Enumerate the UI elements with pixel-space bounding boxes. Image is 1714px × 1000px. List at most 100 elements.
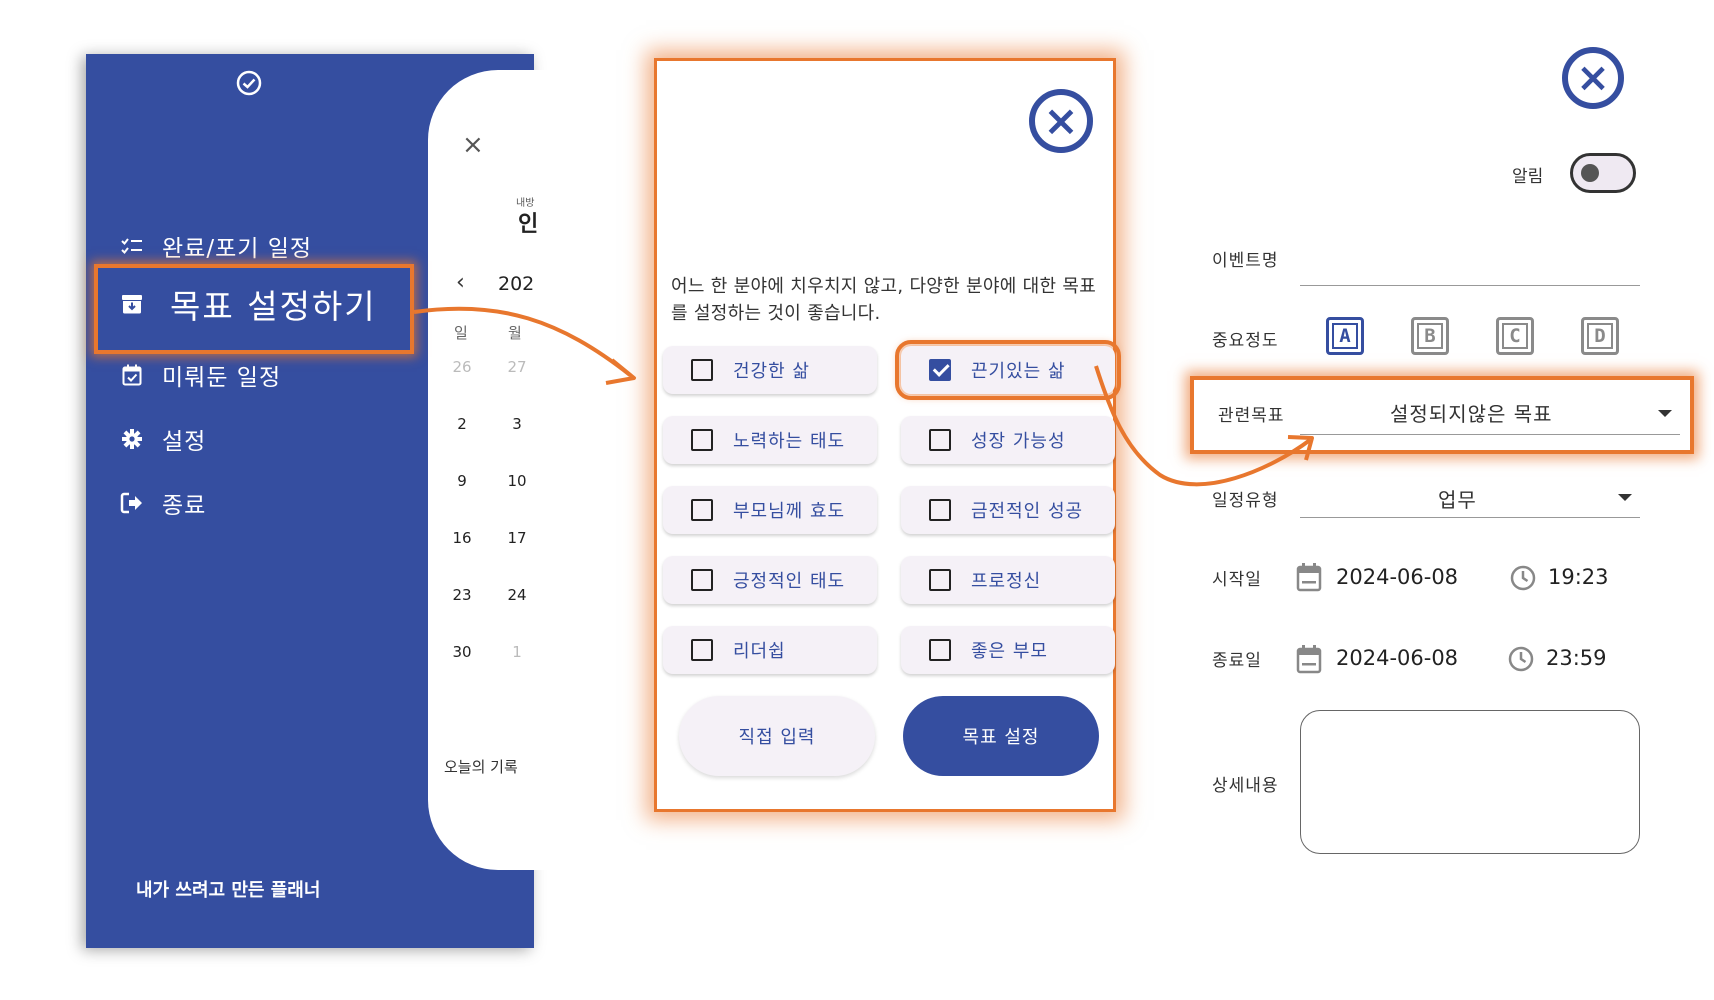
caret-down-icon[interactable] [1618, 494, 1632, 501]
calendar-icon[interactable] [1296, 644, 1322, 674]
calendar-day[interactable]: 9 [444, 472, 480, 490]
clock-icon[interactable] [1508, 646, 1534, 672]
day-of-week-mon: 월 [508, 324, 522, 342]
goal-option[interactable]: 리더쉽 [663, 626, 877, 674]
end-time-value[interactable]: 23:59 [1546, 646, 1607, 670]
goal-option-selected[interactable]: 끈기있는 삶 [895, 340, 1121, 400]
goal-option[interactable]: 프로정신 [901, 556, 1115, 604]
checkbox[interactable] [691, 429, 713, 451]
checkbox[interactable] [691, 499, 713, 521]
goal-option[interactable]: 긍정적인 태도 [663, 556, 877, 604]
event-name-input[interactable] [1300, 238, 1640, 268]
importance-option-d[interactable]: D [1581, 317, 1619, 355]
related-goal-label: 관련목표 [1218, 406, 1285, 426]
close-icon[interactable]: × [462, 130, 484, 160]
goal-dialog-description: 어느 한 분야에 치우치지 않고, 다양한 분야에 대한 목표를 설정하는 것이… [671, 276, 1097, 324]
checkbox[interactable] [929, 499, 951, 521]
menu-item-label: 종료 [162, 493, 207, 519]
day-of-week-sun: 일 [454, 324, 468, 342]
calendar-day[interactable]: 16 [444, 529, 480, 547]
toggle-knob [1581, 164, 1599, 182]
close-icon[interactable]: × [1562, 47, 1624, 109]
goal-option[interactable]: 노력하는 태도 [663, 416, 877, 464]
importance-label: 중요정도 [1212, 331, 1279, 351]
check-circle-icon [236, 70, 262, 96]
checklist-icon [120, 234, 144, 258]
checkbox[interactable] [691, 639, 713, 661]
checkbox[interactable] [691, 359, 713, 381]
menu-item-postponed[interactable]: 미뤄둔 일정 [120, 358, 281, 392]
sign-out-icon [120, 491, 144, 515]
alarm-toggle[interactable] [1570, 153, 1636, 193]
goal-option-label: 리더쉽 [733, 641, 786, 662]
calendar-day[interactable]: 23 [444, 586, 480, 604]
calendar-day[interactable]: 2 [444, 415, 480, 433]
schedule-type-dropdown[interactable]: 업무 [1438, 484, 1477, 513]
start-time-value[interactable]: 19:23 [1548, 565, 1609, 589]
goal-option-label: 끈기있는 삶 [971, 361, 1066, 382]
background-calendar-card: × 내방 인 ‹ 202 일 월 26 27 2 3 9 10 16 17 23… [428, 70, 588, 870]
clock-icon[interactable] [1510, 565, 1536, 591]
goal-option[interactable]: 부모님께 효도 [663, 486, 877, 534]
checkbox[interactable] [691, 569, 713, 591]
importance-option-b[interactable]: B [1411, 317, 1449, 355]
gear-icon [120, 427, 144, 451]
start-date-label: 시작일 [1212, 570, 1262, 590]
goal-menu-highlight-box [94, 264, 414, 354]
goal-options-grid: 건강한 삶 끈기있는 삶 노력하는 태도 성장 가능성 부모님께 효도 금전적인… [663, 340, 1121, 674]
goal-option[interactable]: 건강한 삶 [663, 346, 877, 394]
related-goal-dropdown[interactable]: 설정되지않은 목표 [1390, 398, 1553, 427]
detail-label: 상세내용 [1212, 776, 1279, 796]
screenshot-root: 완료/포기 일정 목표 설정하기 미뤄둔 일정 설정 종료 내가 쓰려고 만든 … [0, 0, 1714, 1000]
goal-option[interactable]: 금전적인 성공 [901, 486, 1115, 534]
calendar-year: 202 [498, 273, 535, 295]
goal-option-label: 건강한 삶 [733, 361, 810, 382]
calendar-day[interactable]: 3 [499, 415, 535, 433]
calendar-day[interactable]: 1 [499, 643, 535, 661]
start-date-value[interactable]: 2024-06-08 [1336, 565, 1458, 589]
calendar-day[interactable]: 17 [499, 529, 535, 547]
goal-option-label: 부모님께 효도 [733, 501, 846, 522]
calendar-check-icon [120, 363, 144, 387]
caret-down-icon[interactable] [1658, 410, 1672, 417]
goal-option[interactable]: 성장 가능성 [901, 416, 1115, 464]
calendar-day[interactable]: 27 [499, 358, 535, 376]
goal-option-label: 긍정적인 태도 [733, 571, 846, 592]
menu-item-settings[interactable]: 설정 [120, 422, 206, 456]
chevron-left-icon[interactable]: ‹ [456, 270, 465, 295]
end-date-label: 종료일 [1212, 651, 1262, 671]
goal-option-label: 금전적인 성공 [971, 501, 1084, 522]
calendar-day[interactable]: 30 [444, 643, 480, 661]
related-goal-underline [1300, 434, 1680, 435]
menu-item-exit[interactable]: 종료 [120, 486, 206, 520]
event-name-underline [1300, 285, 1640, 286]
detail-textarea[interactable] [1300, 710, 1640, 854]
calendar-day[interactable]: 26 [444, 358, 480, 376]
checkbox[interactable] [929, 569, 951, 591]
direct-input-button[interactable]: 직접 입력 [679, 696, 875, 776]
checkbox-checked[interactable] [929, 359, 951, 381]
importance-option-a[interactable]: A [1326, 317, 1364, 355]
menu-item-label: 설정 [162, 429, 207, 455]
today-record-label[interactable]: 오늘의 기록 [444, 756, 518, 777]
goal-option-label: 노력하는 태도 [733, 431, 846, 452]
menu-item-label: 완료/포기 일정 [162, 236, 313, 262]
end-date-value[interactable]: 2024-06-08 [1336, 646, 1458, 670]
goal-option[interactable]: 좋은 부모 [901, 626, 1115, 674]
schedule-type-underline [1300, 517, 1640, 518]
calendar-day[interactable]: 24 [499, 586, 535, 604]
set-goal-button[interactable]: 목표 설정 [903, 696, 1099, 776]
close-icon[interactable]: × [1029, 89, 1093, 153]
checkbox[interactable] [929, 429, 951, 451]
drawer-footer-text: 내가 쓰려고 만든 플래너 [136, 880, 321, 901]
event-name-label: 이벤트명 [1212, 251, 1279, 271]
calendar-icon[interactable] [1296, 562, 1322, 592]
goal-option-label: 프로정신 [971, 571, 1042, 592]
calendar-hint-big: 인 [518, 212, 539, 237]
importance-option-c[interactable]: C [1496, 317, 1534, 355]
menu-item-label: 미뤄둔 일정 [162, 365, 282, 391]
calendar-day[interactable]: 10 [499, 472, 535, 490]
checkbox[interactable] [929, 639, 951, 661]
goal-setting-dialog: × 어느 한 분야에 치우치지 않고, 다양한 분야에 대한 목표를 설정하는 … [654, 58, 1121, 812]
menu-item-completed[interactable]: 완료/포기 일정 [120, 229, 312, 263]
